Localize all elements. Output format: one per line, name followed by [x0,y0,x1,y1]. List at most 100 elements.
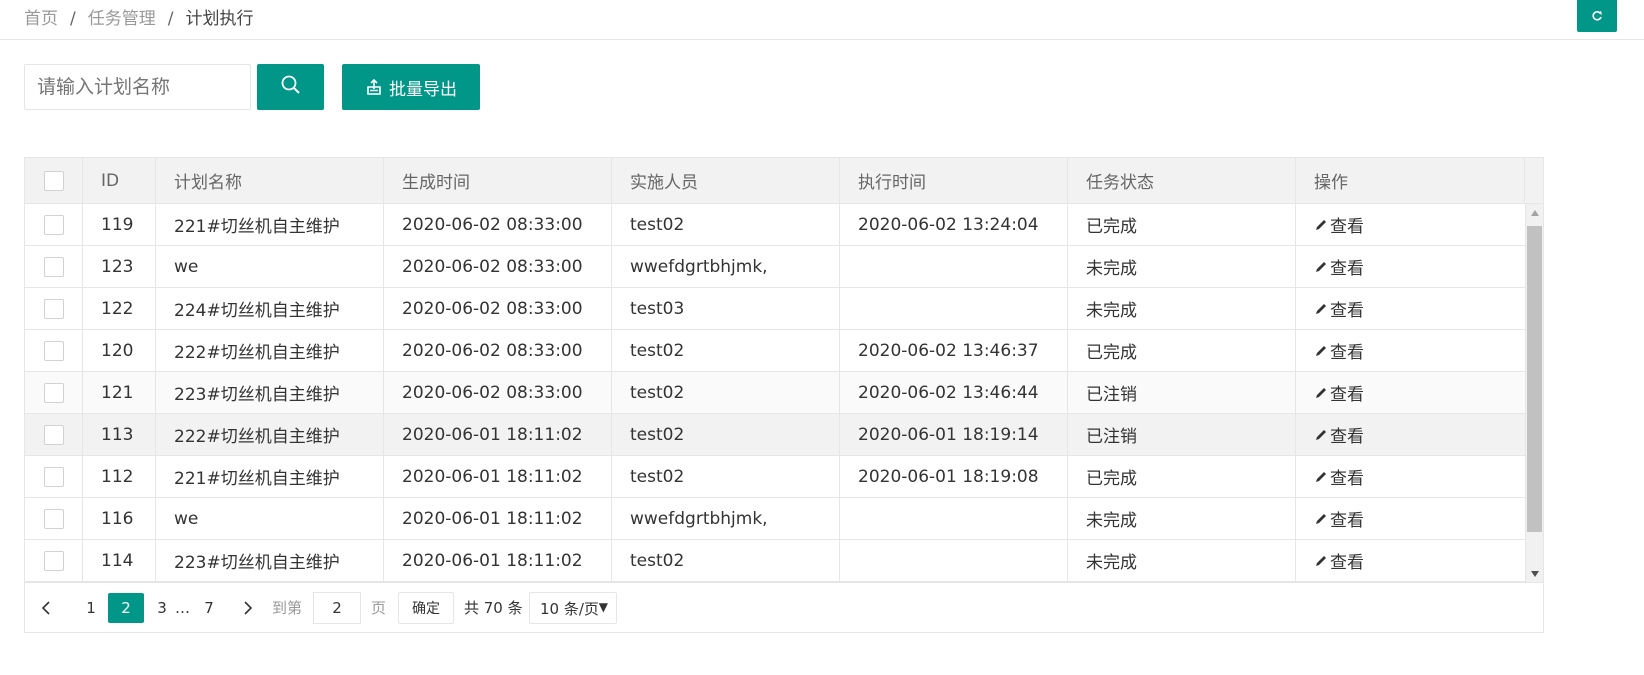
row-checkbox[interactable] [43,382,64,403]
page-7[interactable]: 7 [203,583,215,632]
total-count: 共 70 条 [464,599,523,617]
row-checkbox[interactable] [43,340,64,361]
header-task-status[interactable]: 任务状态 [1068,158,1296,203]
row-checkbox[interactable] [43,214,64,235]
cell-generated-time: 2020-06-02 08:33:00 [384,330,612,371]
page-size-select[interactable]: 10 条/页 ▼ [529,592,617,624]
cell-executed-time: 2020-06-02 13:46:44 [840,372,1068,413]
cell-id: 121 [83,372,156,413]
header-scroll-gutter [1525,158,1543,203]
cell-id: 116 [83,498,156,539]
table-row[interactable]: 120 222#切丝机自主维护 2020-06-02 08:33:00 test… [25,330,1525,372]
view-link[interactable]: 查看 [1314,212,1364,237]
table-body: 119 221#切丝机自主维护 2020-06-02 08:33:00 test… [25,204,1525,582]
header-person[interactable]: 实施人员 [612,158,840,203]
table-row[interactable]: 114 223#切丝机自主维护 2020-06-01 18:11:02 test… [25,540,1525,582]
search-button[interactable] [257,64,324,110]
cell-id: 122 [83,288,156,329]
cell-executed-time: 2020-06-01 18:19:14 [840,414,1068,455]
header-id[interactable]: ID [83,158,156,203]
view-link[interactable]: 查看 [1314,380,1364,405]
view-label: 查看 [1330,511,1364,531]
row-checkbox[interactable] [43,424,64,445]
cell-plan-name: 224#切丝机自主维护 [156,288,384,329]
cell-operation: 查看 [1296,204,1525,245]
breadcrumb-task-management[interactable]: 任务管理 [88,4,156,29]
cell-generated-time: 2020-06-01 18:11:02 [384,540,612,581]
view-link[interactable]: 查看 [1314,296,1364,321]
cell-person: test02 [612,414,840,455]
scroll-up-arrow-icon[interactable] [1526,204,1543,221]
goto-confirm-button[interactable]: 确定 [398,592,454,624]
cell-generated-time: 2020-06-01 18:11:02 [384,456,612,497]
goto-prefix: 到第 [272,599,303,617]
row-checkbox[interactable] [43,298,64,319]
select-all-checkbox[interactable] [43,170,64,191]
pagination: 1 2 3 … 7 到第 页 确定 共 70 条 10 条/页 ▼ [25,582,1543,632]
prev-page-icon[interactable] [41,583,51,632]
view-label: 查看 [1330,469,1364,489]
table-row[interactable]: 121 223#切丝机自主维护 2020-06-02 08:33:00 test… [25,372,1525,414]
view-link[interactable]: 查看 [1314,254,1364,279]
row-checkbox[interactable] [43,550,64,571]
cell-operation: 查看 [1296,330,1525,371]
page-3[interactable]: 3 [156,583,168,632]
cell-task-status: 已完成 [1068,456,1296,497]
caret-down-icon: ▼ [598,600,608,614]
table-row[interactable]: 119 221#切丝机自主维护 2020-06-02 08:33:00 test… [25,204,1525,246]
cell-person: test02 [612,456,840,497]
cell-plan-name: we [156,246,384,287]
row-checkbox[interactable] [43,256,64,277]
header-checkbox-cell [25,158,83,203]
row-checkbox-cell [25,288,83,329]
row-checkbox-cell [25,372,83,413]
table-row[interactable]: 122 224#切丝机自主维护 2020-06-02 08:33:00 test… [25,288,1525,330]
cell-plan-name: 222#切丝机自主维护 [156,330,384,371]
header-plan-name[interactable]: 计划名称 [156,158,384,203]
cell-id: 120 [83,330,156,371]
row-checkbox[interactable] [43,508,64,529]
view-link[interactable]: 查看 [1314,338,1364,363]
edit-icon [1316,471,1326,482]
goto-suffix: 页 [371,599,387,617]
next-page-icon[interactable] [243,583,253,632]
breadcrumb-separator: / [167,9,174,29]
cell-generated-time: 2020-06-01 18:11:02 [384,414,612,455]
scroll-thumb[interactable] [1527,226,1542,532]
batch-export-button[interactable]: 批量导出 [342,64,480,110]
table-row[interactable]: 116 we 2020-06-01 18:11:02 wwefdgrtbhjmk… [25,498,1525,540]
view-label: 查看 [1330,259,1364,279]
row-checkbox-cell [25,456,83,497]
view-link[interactable]: 查看 [1314,422,1364,447]
table-row[interactable]: 113 222#切丝机自主维护 2020-06-01 18:11:02 test… [25,414,1525,456]
scroll-down-arrow-icon[interactable] [1526,565,1543,582]
breadcrumb-home[interactable]: 首页 [24,4,58,29]
plan-table: ID 计划名称 生成时间 实施人员 执行时间 任务状态 操作 119 221#切… [24,157,1544,633]
cell-task-status: 未完成 [1068,498,1296,539]
refresh-button[interactable] [1577,0,1617,32]
cell-generated-time: 2020-06-01 18:11:02 [384,498,612,539]
plan-name-search-input[interactable] [24,64,251,110]
header-executed-time[interactable]: 执行时间 [840,158,1068,203]
view-label: 查看 [1330,385,1364,405]
row-checkbox[interactable] [43,466,64,487]
header-generated-time[interactable]: 生成时间 [384,158,612,203]
view-link[interactable]: 查看 [1314,506,1364,531]
view-link[interactable]: 查看 [1314,464,1364,489]
edit-icon [1316,219,1326,230]
view-link[interactable]: 查看 [1314,548,1364,573]
cell-executed-time [840,288,1068,329]
cell-task-status: 已完成 [1068,204,1296,245]
table-row[interactable]: 123 we 2020-06-02 08:33:00 wwefdgrtbhjmk… [25,246,1525,288]
table-scrollbar[interactable] [1525,204,1543,582]
goto-page-input[interactable] [313,592,361,624]
cell-id: 114 [83,540,156,581]
row-checkbox-cell [25,330,83,371]
table-row[interactable]: 112 221#切丝机自主维护 2020-06-01 18:11:02 test… [25,456,1525,498]
cell-plan-name: 221#切丝机自主维护 [156,204,384,245]
page-1[interactable]: 1 [85,583,97,632]
cell-operation: 查看 [1296,288,1525,329]
row-checkbox-cell [25,540,83,581]
page-2-current[interactable]: 2 [108,593,144,623]
breadcrumb-separator: / [70,9,76,29]
